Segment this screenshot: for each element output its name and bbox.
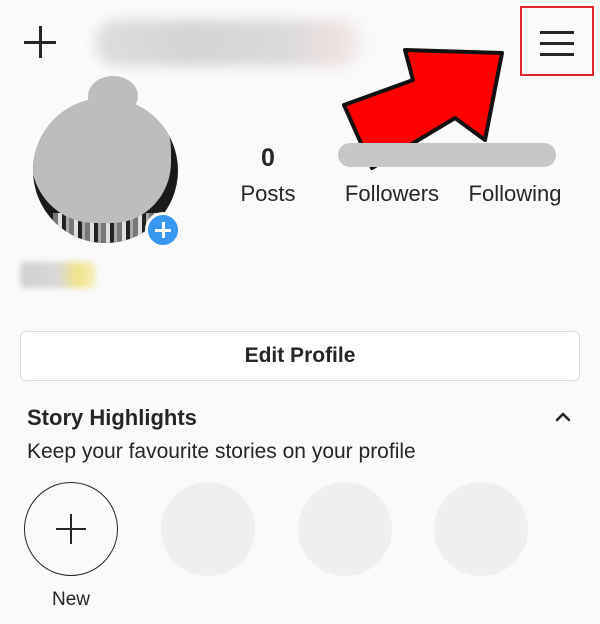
posts-label[interactable]: Posts	[228, 181, 308, 207]
story-highlights-subtitle: Keep your favourite stories on your prof…	[27, 440, 416, 463]
new-highlight-label: New	[51, 589, 90, 610]
edit-profile-button[interactable]: Edit Profile	[20, 331, 580, 381]
display-name-blurred	[20, 262, 95, 288]
new-highlight-plus-icon[interactable]	[24, 482, 118, 576]
chevron-up-icon[interactable]	[552, 406, 574, 428]
new-post-plus-icon[interactable]	[22, 24, 58, 60]
following-label[interactable]: Following	[462, 181, 568, 207]
followers-label[interactable]: Followers	[340, 181, 444, 207]
posts-count[interactable]: 0	[238, 144, 298, 173]
username-blurred[interactable]	[95, 20, 365, 66]
highlight-placeholder	[434, 482, 528, 576]
highlight-placeholder	[161, 482, 255, 576]
add-story-plus-icon[interactable]	[145, 212, 181, 248]
counts-redacted	[338, 143, 556, 167]
menu-button-highlight[interactable]	[520, 6, 594, 76]
story-highlights-title: Story Highlights	[27, 405, 197, 430]
highlight-placeholder	[298, 482, 392, 576]
